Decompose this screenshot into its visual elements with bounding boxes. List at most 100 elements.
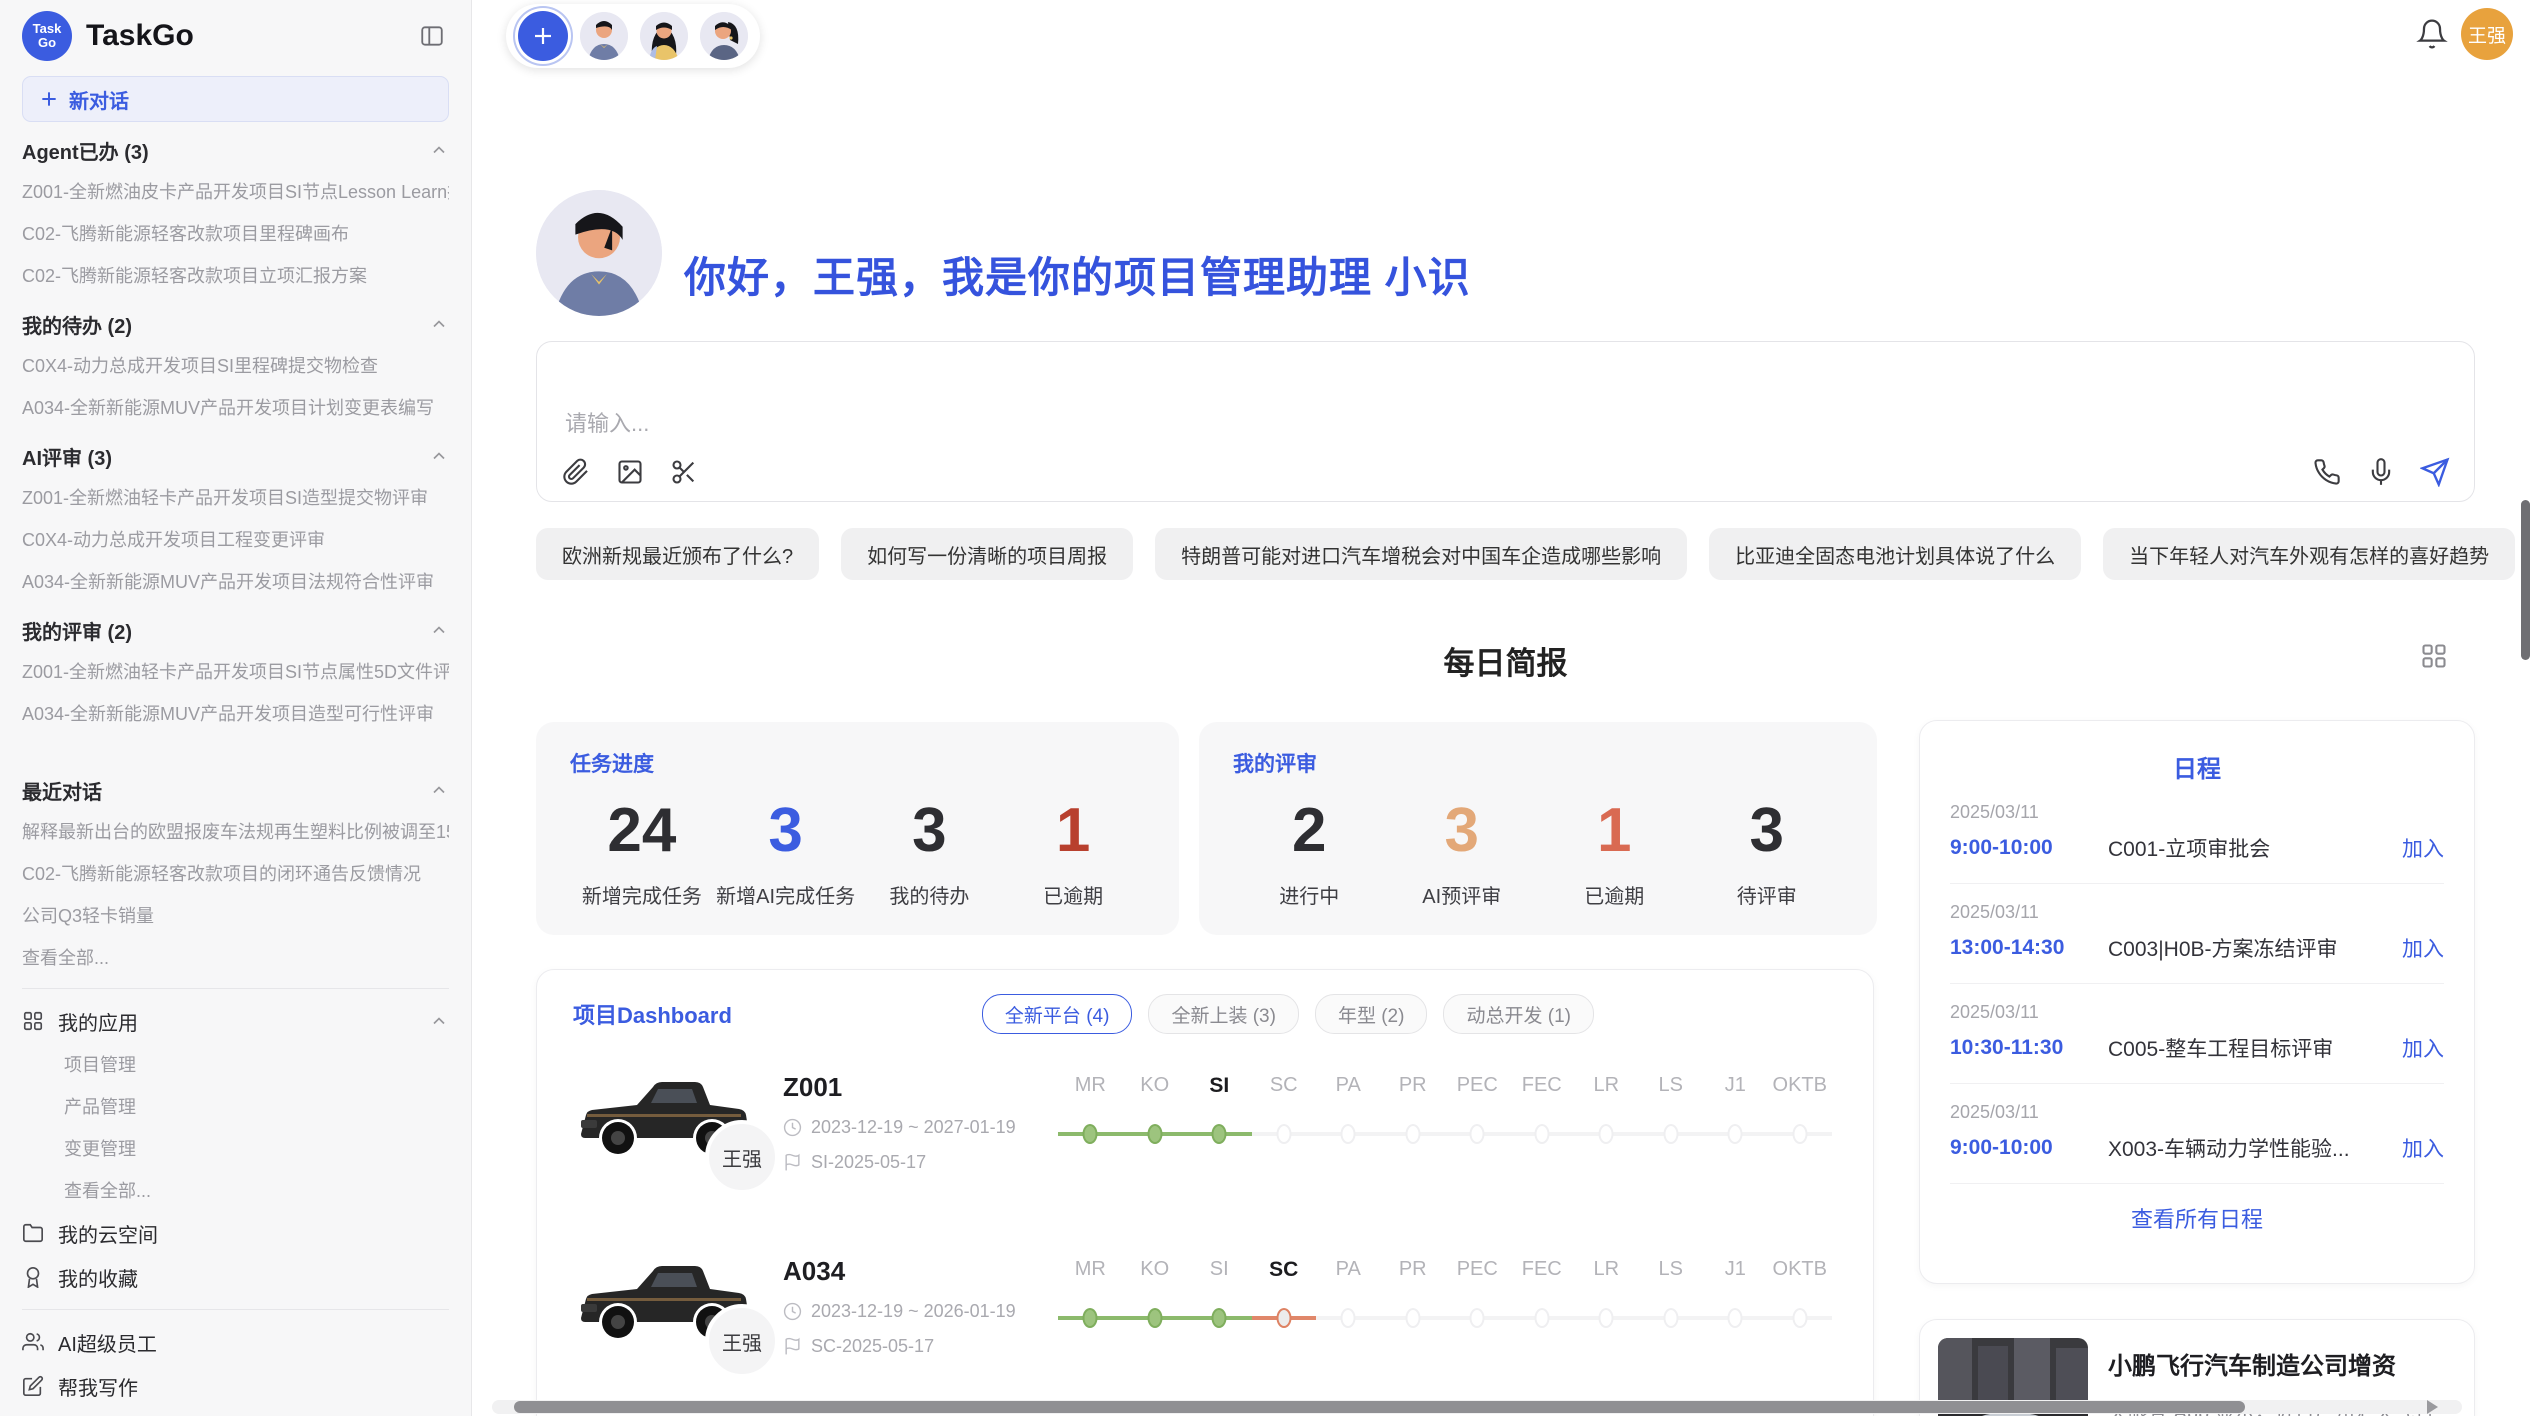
list-item[interactable]: C02-飞腾新能源轻客改款项目立项汇报方案: [22, 254, 449, 296]
join-link[interactable]: 加入: [2402, 1033, 2444, 1063]
grid-icon: [22, 1010, 44, 1032]
edit-icon: [22, 1375, 44, 1397]
suggestion-chip[interactable]: 如何写一份清晰的项目周报: [841, 528, 1133, 580]
suggestion-chip[interactable]: 欧洲新规最近颁布了什么?: [536, 528, 819, 580]
chevron-up-icon[interactable]: [429, 314, 449, 334]
suggestion-chip[interactable]: 比亚迪全固态电池计划具体说了什么: [1709, 528, 2081, 580]
phone-icon[interactable]: [2312, 457, 2342, 487]
tab-new-platform[interactable]: 全新平台 (4): [982, 994, 1133, 1034]
tab-powertrain[interactable]: 动总开发 (1): [1443, 994, 1594, 1034]
horizontal-scrollbar[interactable]: [492, 1400, 2462, 1414]
notifications-bell-icon[interactable]: [2416, 18, 2452, 54]
milestone: SI: [1187, 1070, 1252, 1166]
scroll-right-arrow-icon[interactable]: [2427, 1400, 2438, 1414]
sidebar-item-product-mgmt[interactable]: 产品管理: [22, 1085, 449, 1127]
horizontal-scrollbar-thumb[interactable]: [514, 1401, 2245, 1413]
list-item[interactable]: 公司Q3轻卡销量: [22, 894, 449, 936]
list-item[interactable]: A034-全新新能源MUV产品开发项目法规符合性评审: [22, 560, 449, 602]
input-actions: [2312, 457, 2450, 487]
sidebar-item-my-apps[interactable]: 我的应用: [22, 999, 449, 1043]
divider: [22, 988, 449, 989]
list-item[interactable]: 解释最新出台的欧盟报废车法规再生塑料比例被调至15%...: [22, 810, 449, 852]
stat-label: 待评审: [1691, 880, 1844, 909]
project-code: A034: [783, 1256, 1058, 1287]
list-item[interactable]: Z001-全新燃油轻卡产品开发项目SI造型提交物评审: [22, 476, 449, 518]
join-link[interactable]: 加入: [2402, 933, 2444, 963]
tab-new-body[interactable]: 全新上装 (3): [1148, 994, 1299, 1034]
project-info: A034 2023-12-19 ~ 2026-01-19 SC-2025-05-…: [783, 1252, 1058, 1357]
list-item[interactable]: A034-全新新能源MUV产品开发项目计划变更表编写: [22, 386, 449, 428]
view-all-schedule-link[interactable]: 查看所有日程: [1950, 1202, 2444, 1234]
milestone-label: MR: [1058, 1074, 1123, 1097]
sidebar-item-ai-staff[interactable]: AI超级员工: [22, 1320, 449, 1364]
section-my-review[interactable]: 我的评审 (2): [22, 610, 449, 650]
sidebar-item-creative-draw[interactable]: 创意制图: [22, 1408, 449, 1416]
suggestion-chip[interactable]: 特朗普可能对进口汽车增税会对中国车企造成哪些影响: [1155, 528, 1687, 580]
schedule-name: C003|H0B-方案冻结评审: [2108, 933, 2402, 963]
avatar[interactable]: [700, 12, 748, 60]
add-assistant-button[interactable]: [518, 11, 568, 61]
milestone: OKTB: [1768, 1254, 1833, 1350]
send-icon[interactable]: [2420, 457, 2450, 487]
milestone-dot: [1534, 1124, 1549, 1144]
list-item[interactable]: C02-飞腾新能源轻客改款项目的闭环通告反馈情况: [22, 852, 449, 894]
list-item[interactable]: A034-全新新能源MUV产品开发项目造型可行性评审: [22, 692, 449, 734]
milestone-dot: [1147, 1308, 1162, 1328]
new-chat-button[interactable]: 新对话: [22, 76, 449, 122]
list-item[interactable]: C02-飞腾新能源轻客改款项目里程碑画布: [22, 212, 449, 254]
chat-input[interactable]: 请输入...: [565, 406, 649, 438]
join-link[interactable]: 加入: [2402, 1133, 2444, 1163]
project-row[interactable]: 王强 Z001 2023-12-19 ~ 2027-01-19 SI-2025-…: [573, 1068, 1837, 1218]
section-my-todo[interactable]: 我的待办 (2): [22, 304, 449, 344]
collapse-sidebar-icon[interactable]: [415, 19, 449, 53]
avatar[interactable]: [580, 12, 628, 60]
chevron-up-icon[interactable]: [429, 620, 449, 640]
stat-ai-prereview: 3 AI预评审: [1386, 796, 1539, 909]
user-avatar[interactable]: 王强: [2461, 8, 2513, 60]
schedule-item: 2025/03/11 9:00-10:00 X003-车辆动力学性能验... 加…: [1950, 1084, 2444, 1184]
milestone-label: J1: [1703, 1074, 1768, 1097]
section-agent-done[interactable]: Agent已办 (3): [22, 130, 449, 170]
section-recent-chats[interactable]: 最近对话: [22, 770, 449, 810]
stat-pending-review: 3 待评审: [1691, 796, 1844, 909]
milestone-dot: [1083, 1124, 1098, 1144]
milestone: PR: [1381, 1070, 1446, 1166]
chevron-up-icon[interactable]: [429, 780, 449, 800]
apps-view-all[interactable]: 查看全部...: [22, 1169, 449, 1211]
sidebar-item-change-mgmt[interactable]: 变更管理: [22, 1127, 449, 1169]
avatar[interactable]: [640, 12, 688, 60]
scissors-icon[interactable]: [669, 457, 699, 487]
sidebar-item-help-write[interactable]: 帮我写作: [22, 1364, 449, 1408]
list-item[interactable]: Z001-全新燃油皮卡产品开发项目SI节点Lesson Learn报告: [22, 170, 449, 212]
chevron-up-icon[interactable]: [429, 140, 449, 160]
layout-grid-icon[interactable]: [2420, 642, 2450, 672]
milestone-dot: [1470, 1124, 1485, 1144]
suggestion-chip[interactable]: 当下年轻人对汽车外观有怎样的喜好趋势: [2103, 528, 2515, 580]
mic-icon[interactable]: [2366, 457, 2396, 487]
app-window: Task Go TaskGo 新对话 Agent已办 (3) Z001-全新燃油…: [0, 0, 2532, 1416]
sidebar-item-favorites[interactable]: 我的收藏: [22, 1255, 449, 1299]
recent-view-all[interactable]: 查看全部...: [22, 936, 449, 978]
section-ai-review[interactable]: AI评审 (3): [22, 436, 449, 476]
milestone-label: KO: [1123, 1074, 1188, 1097]
list-item[interactable]: C0X4-动力总成开发项目SI里程碑提交物检查: [22, 344, 449, 386]
join-link[interactable]: 加入: [2402, 833, 2444, 863]
milestone-dot: [1276, 1124, 1291, 1144]
project-dashboard-card: 项目Dashboard 全新平台 (4) 全新上装 (3) 年型 (2) 动总开…: [536, 969, 1874, 1416]
sidebar-item-cloud-space[interactable]: 我的云空间: [22, 1211, 449, 1255]
list-item[interactable]: C0X4-动力总成开发项目工程变更评审: [22, 518, 449, 560]
chevron-up-icon[interactable]: [429, 446, 449, 466]
vertical-scrollbar-thumb[interactable]: [2521, 500, 2530, 660]
task-progress-card: 任务进度 24 新增完成任务 3 新增AI完成任务 3 我的待办 1 已逾期: [536, 722, 1179, 935]
chevron-up-icon[interactable]: [429, 1011, 449, 1031]
image-icon[interactable]: [615, 457, 645, 487]
project-row[interactable]: 王强 A034 2023-12-19 ~ 2026-01-19 SC-2025-…: [573, 1252, 1837, 1402]
tab-model-year[interactable]: 年型 (2): [1315, 994, 1428, 1034]
attach-icon[interactable]: [561, 457, 591, 487]
stat-value: 3: [1691, 796, 1844, 866]
list-item[interactable]: Z001-全新燃油轻卡产品开发项目SI节点属性5D文件评审: [22, 650, 449, 692]
ai-staff-label: AI超级员工: [58, 1328, 157, 1357]
input-attachments: [561, 457, 699, 487]
sidebar-item-project-mgmt[interactable]: 项目管理: [22, 1043, 449, 1085]
milestone-label: SI: [1187, 1074, 1252, 1098]
